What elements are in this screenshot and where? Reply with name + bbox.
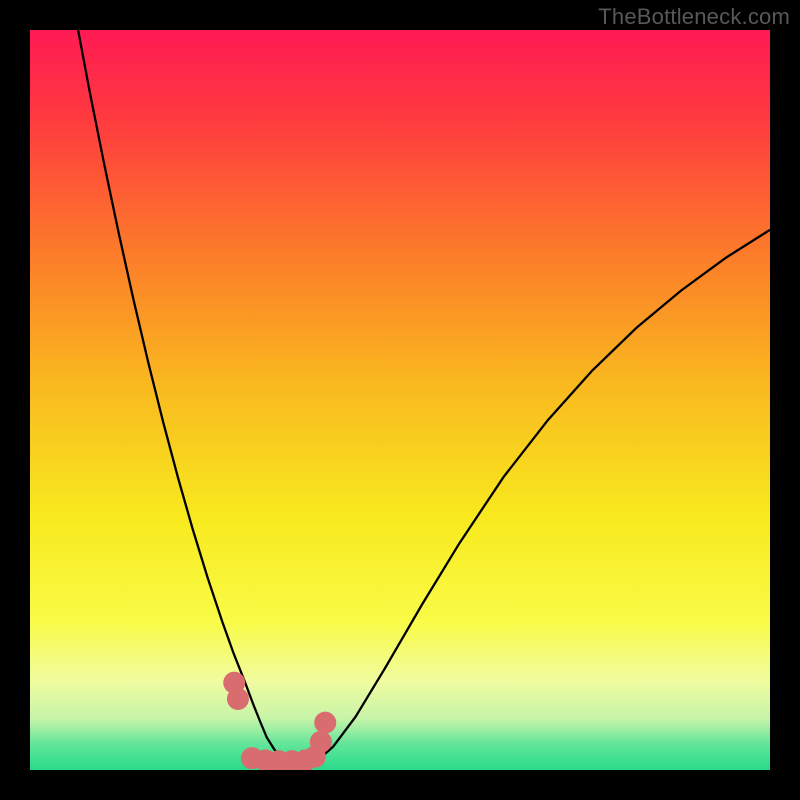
highlight-marker — [227, 688, 249, 710]
chart-frame: TheBottleneck.com — [0, 0, 800, 800]
plot-area — [30, 30, 770, 770]
highlight-marker — [314, 712, 336, 734]
gradient-background — [30, 30, 770, 770]
watermark-text: TheBottleneck.com — [598, 4, 790, 30]
chart-svg — [30, 30, 770, 770]
highlight-marker — [310, 731, 332, 753]
